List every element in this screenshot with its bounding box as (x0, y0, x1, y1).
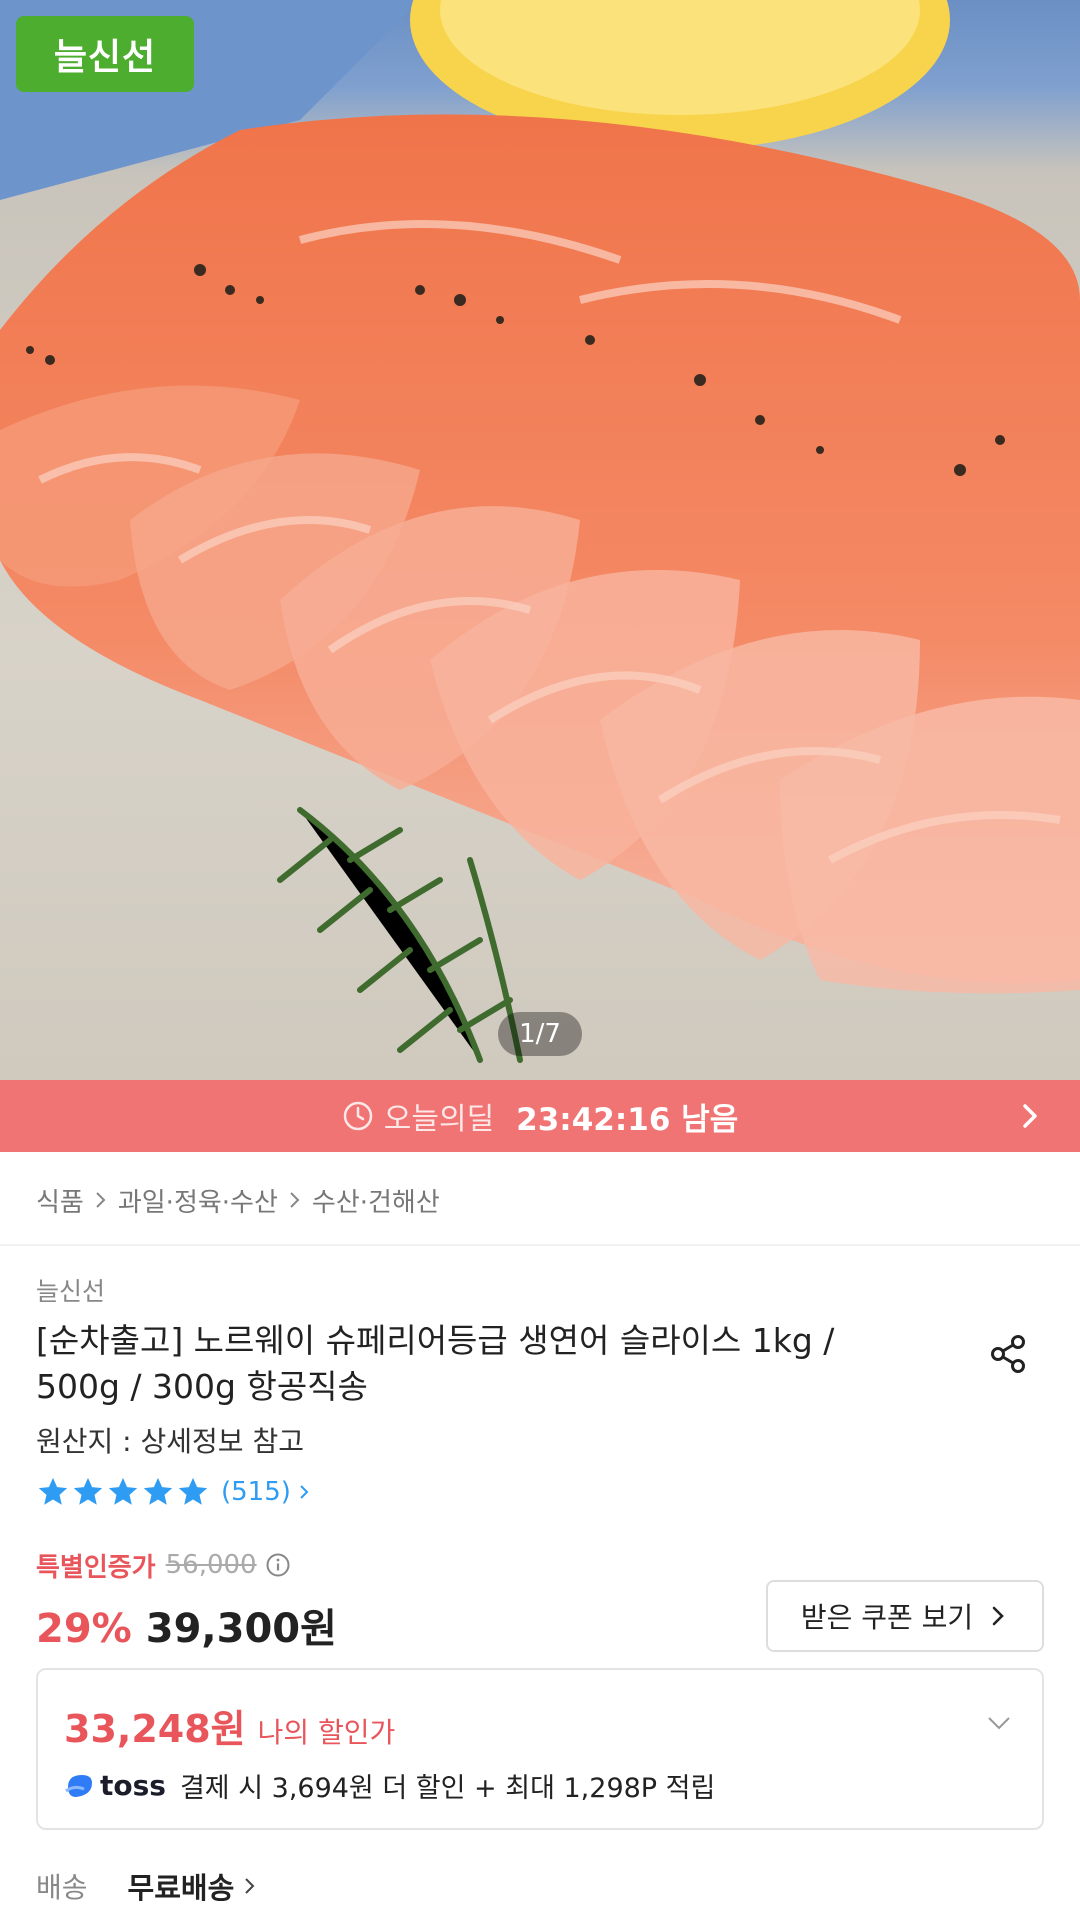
rating-row[interactable]: (515) (36, 1472, 313, 1512)
my-discount-price-box[interactable]: 33,248원 나의 할인가 toss 결제 시 3,694원 더 할인 + 최… (36, 1668, 1044, 1830)
coupon-button-label: 받은 쿠폰 보기 (800, 1601, 974, 1634)
share-button[interactable] (984, 1330, 1032, 1378)
star-icon (106, 1475, 140, 1509)
toss-benefit-text: 결제 시 3,694원 더 할인 + 최대 1,298P 적립 (179, 1773, 716, 1804)
brand-badge: 늘신선 (16, 16, 194, 92)
shipping-label: 배송 (36, 1871, 88, 1904)
my-price-row: 33,248원 나의 할인가 (64, 1698, 395, 1753)
info-icon[interactable] (265, 1552, 291, 1578)
toss-brand-text: toss (100, 1769, 166, 1802)
shipping-value: 무료배송 (127, 1871, 235, 1905)
chevron-right-icon (295, 1483, 313, 1501)
breadcrumb: 식품 과일·정육·수산 수산·건해산 (36, 1176, 440, 1224)
star-icon (36, 1475, 70, 1509)
my-discount-label: 나의 할인가 (257, 1716, 396, 1749)
shipping-row[interactable]: 배송 무료배송 (36, 1864, 260, 1908)
section-divider (0, 1244, 1080, 1246)
chevron-right-icon (90, 1189, 112, 1211)
chevron-right-icon (284, 1189, 306, 1211)
my-discount-price: 33,248원 (64, 1707, 246, 1751)
view-coupons-button[interactable]: 받은 쿠폰 보기 (766, 1580, 1044, 1652)
special-price-row: 특별인증가 56,000 (36, 1546, 291, 1584)
share-icon (991, 1335, 1025, 1373)
today-deal-bar[interactable]: 오늘의딜 23:42:16 남음 (0, 1080, 1080, 1152)
chevron-right-icon (987, 1605, 1009, 1627)
product-title-line: 500g / 300g 항공직송 (36, 1367, 368, 1406)
sale-price: 39,300원 (145, 1606, 337, 1652)
chevron-right-icon (1016, 1102, 1044, 1130)
toss-benefit-row: toss 결제 시 3,694원 더 할인 + 최대 1,298P 적립 (64, 1766, 715, 1805)
breadcrumb-item-seafood-dried[interactable]: 수산·건해산 (312, 1182, 440, 1219)
product-title: [순차출고] 노르웨이 슈페리어등급 생연어 슬라이스 1kg / 500g /… (36, 1318, 916, 1410)
salmon-photo (0, 0, 1080, 1063)
origin-info: 원산지 : 상세정보 참고 (36, 1425, 304, 1458)
discount-rate: 29% (36, 1606, 132, 1652)
deal-countdown: 23:42:16 남음 (516, 1101, 739, 1138)
price-row: 29% 39,300원 (36, 1596, 337, 1654)
review-count[interactable]: (515) (221, 1477, 291, 1507)
star-rating (36, 1475, 211, 1509)
product-image-carousel[interactable]: 늘신선 1/7 (0, 0, 1080, 1080)
clock-icon (342, 1100, 374, 1132)
star-icon (71, 1475, 105, 1509)
chevron-down-icon[interactable] (984, 1708, 1014, 1738)
toss-logo: toss (64, 1769, 166, 1802)
chevron-right-icon (240, 1876, 260, 1896)
star-icon (141, 1475, 175, 1509)
image-counter: 1/7 (498, 1012, 582, 1056)
breadcrumb-item-fruit-meat-seafood[interactable]: 과일·정육·수산 (118, 1182, 278, 1219)
deal-label: 오늘의딜 (383, 1102, 495, 1137)
breadcrumb-item-food[interactable]: 식품 (36, 1182, 84, 1219)
toss-icon (65, 1774, 92, 1797)
special-price-label: 특별인증가 (36, 1552, 156, 1583)
star-icon (176, 1475, 210, 1509)
seller-name[interactable]: 늘신선 (36, 1272, 105, 1308)
original-price: 56,000 (165, 1550, 257, 1580)
product-title-line: [순차출고] 노르웨이 슈페리어등급 생연어 슬라이스 1kg / (36, 1321, 835, 1360)
